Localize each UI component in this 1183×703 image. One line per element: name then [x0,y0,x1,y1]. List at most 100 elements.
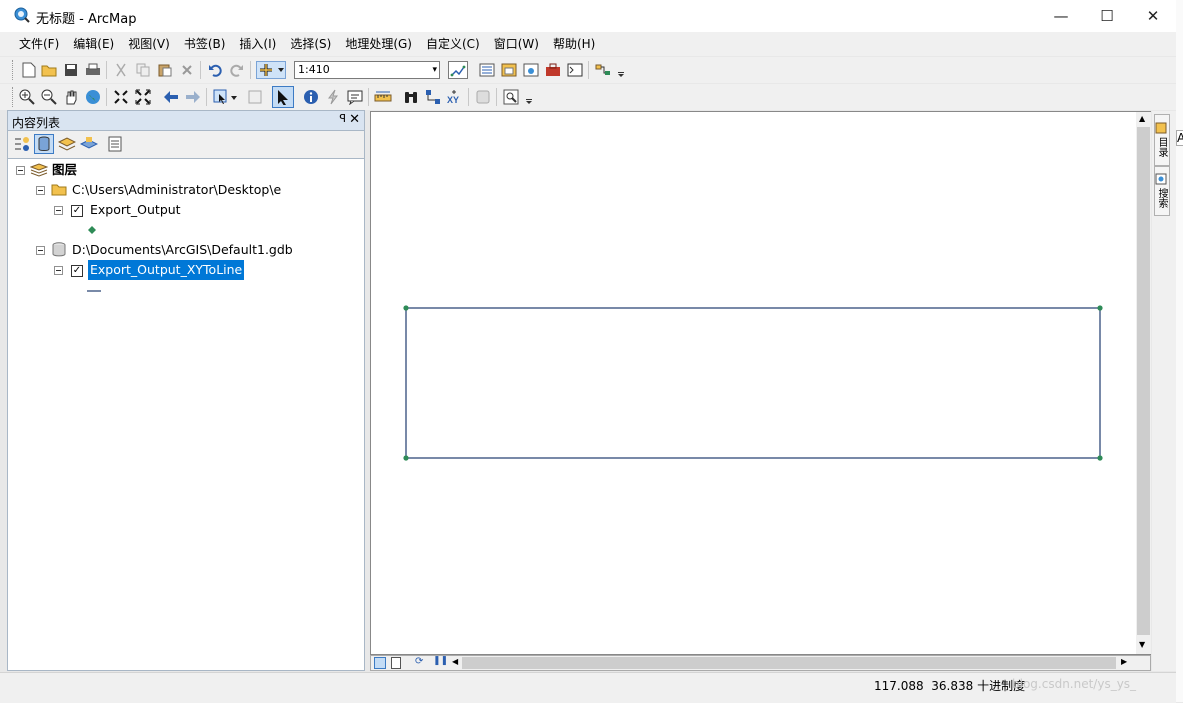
open-folder-icon[interactable] [40,61,58,79]
menu-edit[interactable]: 编辑(E) [66,32,121,56]
menu-selection[interactable]: 选择(S) [283,32,338,56]
undo-icon[interactable] [206,61,224,79]
go-to-xy-icon[interactable]: XY [446,88,464,106]
select-features-icon[interactable] [212,88,240,106]
save-icon[interactable] [62,61,80,79]
table-of-contents-icon[interactable] [478,61,496,79]
list-by-selection-icon[interactable] [80,135,98,153]
fixed-zoom-out-icon[interactable] [134,88,152,106]
forward-extent-icon[interactable] [184,88,202,106]
toc-toolbar [7,131,365,158]
list-by-drawing-order-icon[interactable] [13,135,31,153]
xy-to-line-feature[interactable] [405,307,1101,459]
new-document-icon[interactable] [20,61,38,79]
toolbar-separator [368,88,369,106]
model-builder-icon[interactable] [594,61,612,79]
zoom-out-icon[interactable] [40,88,58,106]
menu-file[interactable]: 文件(F) [12,32,66,56]
geodatabase-icon [52,242,66,257]
html-popup-icon[interactable] [346,88,364,106]
map-canvas [403,305,1103,461]
add-data-icon[interactable] [256,61,286,79]
toolbar-separator [588,61,589,79]
pause-drawing-icon[interactable]: ❚❚ [433,656,448,666]
pin-icon[interactable]: ꟼ [339,112,346,125]
menu-view[interactable]: 视图(V) [121,32,177,56]
root-layers-label[interactable]: 图层 [52,160,77,180]
minimize-button[interactable]: — [1038,0,1084,32]
data-view-icon[interactable] [374,657,386,669]
delete-icon[interactable] [178,61,196,79]
folder-icon [51,184,67,196]
catalog-dock-tab[interactable]: 目录 [1154,114,1170,166]
chevron-down-icon[interactable]: ▾ [432,62,437,78]
vertical-scroll-thumb[interactable] [1137,127,1150,635]
menu-windows[interactable]: 窗口(W) [487,32,546,56]
cut-icon[interactable] [112,61,130,79]
scroll-right-icon[interactable]: ▶ [1121,657,1127,666]
collapse-gdb-toggle[interactable] [36,246,45,255]
back-extent-icon[interactable] [162,88,180,106]
copy-icon[interactable] [134,61,152,79]
collapse-folder-toggle[interactable] [36,186,45,195]
search-dock-tab[interactable]: 搜索 [1154,166,1170,216]
paste-icon[interactable] [156,61,174,79]
find-binoculars-icon[interactable] [402,88,420,106]
zoom-in-icon[interactable] [18,88,36,106]
arctoolbox-icon[interactable] [544,61,562,79]
list-by-visibility-icon[interactable] [58,135,76,153]
folder-path-label[interactable]: C:\Users\Administrator\Desktop\e [72,180,281,200]
close-icon[interactable]: ✕ [349,112,360,127]
search-window-icon[interactable] [522,61,540,79]
create-viewer-window-icon[interactable] [502,88,520,106]
toolbar-separator [250,61,251,79]
toolbar-options-icon[interactable] [524,88,534,106]
window-title: 无标题 - ArcMap [36,12,137,27]
scroll-left-icon[interactable]: ◀ [452,657,458,666]
layer2-visibility-checkbox[interactable]: ✓ [71,265,83,277]
menu-insert[interactable]: 插入(I) [232,32,283,56]
layout-view-icon[interactable] [391,657,401,669]
identify-icon[interactable] [302,88,320,106]
toolbar-options-icon[interactable] [616,61,626,79]
editor-toolbar-icon[interactable] [448,61,468,79]
menu-customize[interactable]: 自定义(C) [419,32,487,56]
measure-icon[interactable] [374,88,392,106]
menu-help[interactable]: 帮助(H) [546,32,602,56]
collapse-layer1-toggle[interactable] [54,206,63,215]
pan-hand-icon[interactable] [62,88,80,106]
print-icon[interactable] [84,61,102,79]
toolbar-grip[interactable] [12,87,16,107]
full-extent-globe-icon[interactable] [84,88,102,106]
catalog-window-icon[interactable] [500,61,518,79]
maximize-button[interactable]: ☐ [1084,0,1130,32]
gdb-path-label[interactable]: D:\Documents\ArcGIS\Default1.gdb [72,240,293,260]
collapse-root-toggle[interactable] [16,166,25,175]
map-display[interactable] [370,111,1151,655]
python-window-icon[interactable] [566,61,584,79]
layer1-visibility-checkbox[interactable]: ✓ [71,205,83,217]
collapse-layer2-toggle[interactable] [54,266,63,275]
map-scale-combobox[interactable]: 1:410 ▾ [294,61,440,79]
scroll-down-icon[interactable]: ▼ [1139,640,1145,649]
fixed-zoom-in-icon[interactable] [112,88,130,106]
scroll-up-icon[interactable]: ▲ [1139,114,1145,123]
menu-bookmarks[interactable]: 书签(B) [177,32,233,56]
hyperlink-icon[interactable] [324,88,342,106]
select-elements-arrow-icon[interactable] [272,86,294,108]
horizontal-scroll-thumb[interactable] [462,657,1116,669]
list-by-source-icon[interactable] [34,134,54,154]
layer1-label[interactable]: Export_Output [90,200,181,220]
menu-geoprocessing[interactable]: 地理处理(G) [338,32,419,56]
redo-icon[interactable] [228,61,246,79]
close-window-button[interactable]: ✕ [1130,0,1176,32]
time-slider-icon[interactable] [474,88,492,106]
catalog-icon [1155,122,1167,134]
clear-selection-icon[interactable] [246,88,264,106]
find-route-icon[interactable] [424,88,442,106]
refresh-icon[interactable]: ⟳ [415,656,423,667]
layer2-label-selected[interactable]: Export_Output_XYToLine [88,260,245,280]
toolbar-grip[interactable] [12,60,16,80]
toc-options-icon[interactable] [106,135,124,153]
point-symbol-icon [88,226,96,234]
